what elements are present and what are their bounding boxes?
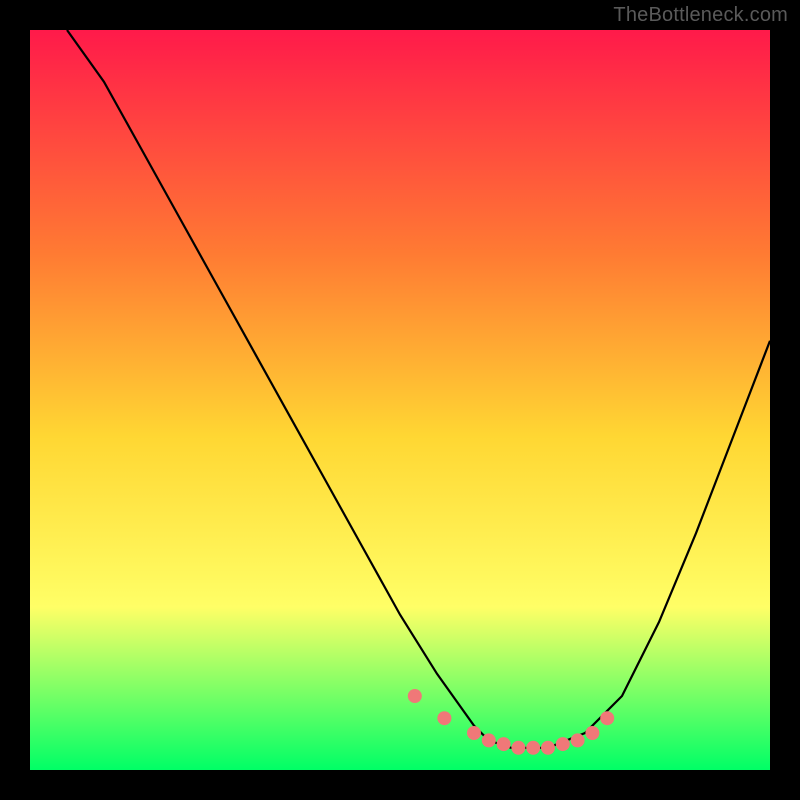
- gradient-background: [30, 30, 770, 770]
- marker-dot: [556, 737, 570, 751]
- watermark-text: TheBottleneck.com: [613, 4, 788, 27]
- marker-dot: [526, 741, 540, 755]
- chart-frame: TheBottleneck.com: [0, 0, 800, 800]
- marker-dot: [511, 741, 525, 755]
- marker-dot: [571, 733, 585, 747]
- marker-dot: [541, 741, 555, 755]
- marker-dot: [497, 737, 511, 751]
- bottleneck-chart: [30, 30, 770, 770]
- marker-dot: [437, 711, 451, 725]
- marker-dot: [482, 733, 496, 747]
- plot-area: [30, 30, 770, 770]
- marker-dot: [467, 726, 481, 740]
- marker-dot: [585, 726, 599, 740]
- marker-dot: [408, 689, 422, 703]
- marker-dot: [600, 711, 614, 725]
